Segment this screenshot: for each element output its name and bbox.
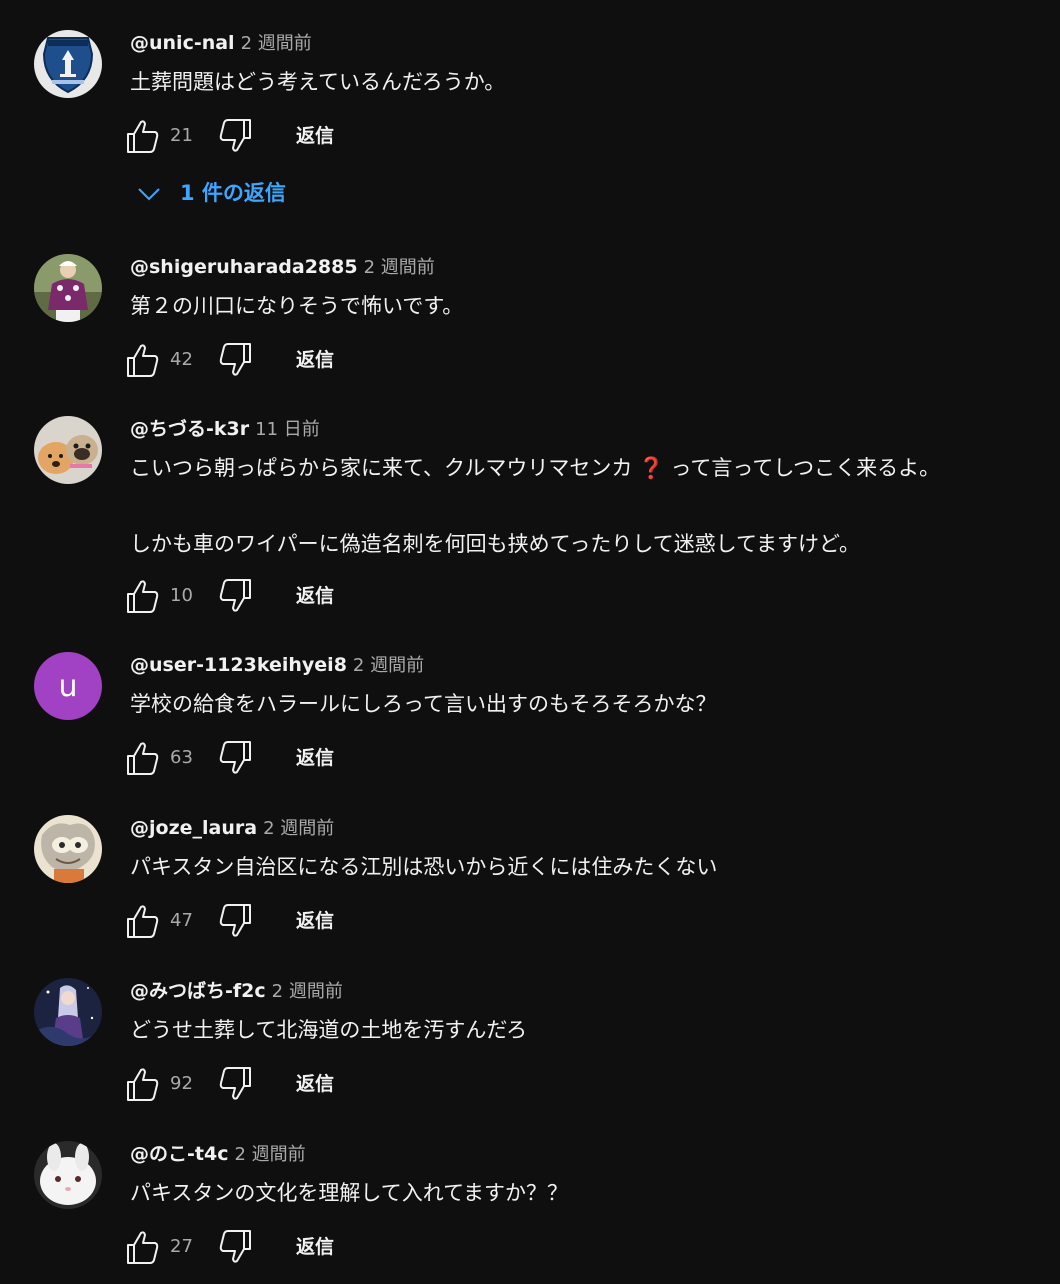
comment-header: @joze_laura 2 週間前 [130,815,334,841]
jockey-photo-icon [34,254,102,322]
comment-text-part: って言ってしつこく来るよ。 [670,456,941,480]
comment-text: どうせ土葬して北海道の土地を汚すんだろ [130,1018,528,1042]
like-count: 92 [170,1073,193,1094]
avatar[interactable] [34,815,102,883]
comment-text-part: こいつら朝っぱらから家に来て、クルマウリマセンカ [130,456,633,480]
thumbs-down-icon [219,579,251,612]
dogs-photo-icon [34,416,102,484]
reply-button[interactable]: 返信 [284,1233,346,1261]
dislike-button[interactable] [216,901,254,941]
thumbs-up-icon [127,1231,159,1264]
thumbs-up-icon [127,344,159,377]
avatar[interactable] [34,30,102,98]
comment-actions: 27 返信 [124,1227,424,1267]
author-handle[interactable]: @shigeruharada2885 [130,256,358,278]
author-handle[interactable]: @のこ-t4c [130,1143,228,1165]
thumbs-down-icon [219,119,251,152]
like-count: 21 [170,125,193,146]
like-count: 47 [170,910,193,931]
author-handle[interactable]: @ちづる-k3r [130,418,249,440]
author-handle[interactable]: @みつばち-f2c [130,980,266,1002]
thumbs-down-icon [219,741,251,774]
dislike-button[interactable] [216,576,254,616]
comment-header: @ちづる-k3r 11 日前 [130,416,320,442]
dislike-button[interactable] [216,340,254,380]
reply-button[interactable]: 返信 [284,122,346,150]
comment-text-line: しかも車のワイパーに偽造名刺を何回も挟めてったりして迷惑してますけど。 [130,532,860,556]
comment-actions: 63 返信 [124,738,424,778]
reply-button[interactable]: 返信 [284,582,346,610]
comment-text: 土葬問題はどう考えているんだろうか。 [130,70,506,94]
comment-timestamp[interactable]: 2 週間前 [234,1144,305,1165]
avatar[interactable] [34,978,102,1046]
comment-timestamp[interactable]: 2 週間前 [272,981,343,1002]
comment-timestamp[interactable]: 2 週間前 [364,257,435,278]
like-button[interactable] [124,901,162,941]
comment-text: パキスタンの文化を理解して入れてますか？？ [130,1181,569,1205]
comment-timestamp[interactable]: 11 日前 [255,419,320,440]
author-handle[interactable]: @joze_laura [130,817,257,839]
thumbs-down-icon [219,1230,251,1263]
show-replies-button[interactable]: 1 件の返信 [128,170,328,216]
reply-button[interactable]: 返信 [284,1070,346,1098]
author-handle[interactable]: @user-1123keihyei8 [130,654,347,676]
comment-header: @shigeruharada2885 2 週間前 [130,254,435,280]
dislike-button[interactable] [216,738,254,778]
red-question-mark-icon: ❓ [638,456,665,480]
avatar[interactable] [34,254,102,322]
thumbs-up-icon [127,742,159,775]
comment-text: 第２の川口になりそうで怖いです。 [130,294,464,318]
like-count: 42 [170,349,193,370]
avatar[interactable] [34,1141,102,1209]
comment-text: パキスタン自治区になる江別は恐いから近くには住みたくない [130,855,718,879]
avatar[interactable]: u [34,652,102,720]
dislike-button[interactable] [216,1064,254,1104]
like-count: 27 [170,1236,193,1257]
like-button[interactable] [124,1064,162,1104]
like-button[interactable] [124,738,162,778]
comment-text: 学校の給食をハラールにしろって言い出すのもそろそろかな？ [130,692,717,716]
thumbs-up-icon [127,120,159,153]
comment-actions: 47 返信 [124,901,424,941]
comment-header: @みつばち-f2c 2 週間前 [130,978,343,1004]
comment-actions: 10 返信 [124,576,424,616]
avatar-letter: u [58,669,77,704]
reply-button[interactable]: 返信 [284,907,346,935]
dislike-button[interactable] [216,1227,254,1267]
comment-header: @のこ-t4c 2 週間前 [130,1141,306,1167]
anime-character-icon [34,978,102,1046]
comment-text: こいつら朝っぱらから家に来て、クルマウリマセンカ ❓ って言ってしつこく来るよ。 [130,454,940,482]
replies-count-label: 1 件の返信 [180,181,286,205]
like-count: 63 [170,747,193,768]
avatar[interactable] [34,416,102,484]
thumbs-up-icon [127,580,159,613]
like-count: 10 [170,585,193,606]
thumbs-down-icon [219,343,251,376]
comment-actions: 92 返信 [124,1064,424,1104]
white-rabbit-icon [34,1141,102,1209]
reply-button[interactable]: 返信 [284,346,346,374]
thumbs-down-icon [219,1067,251,1100]
comment-header: @user-1123keihyei8 2 週間前 [130,652,424,678]
comment-header: @unic-nal 2 週間前 [130,30,312,56]
comment-timestamp[interactable]: 2 週間前 [241,33,312,54]
comment-timestamp[interactable]: 2 週間前 [263,818,334,839]
comment-actions: 21 返信 [124,116,424,156]
letter-avatar-icon: u [34,652,102,720]
like-button[interactable] [124,576,162,616]
comment-actions: 42 返信 [124,340,424,380]
thumbs-up-icon [127,1068,159,1101]
chevron-down-icon [138,188,160,201]
thumbs-down-icon [219,904,251,937]
comment-timestamp[interactable]: 2 週間前 [353,655,424,676]
reply-button[interactable]: 返信 [284,744,346,772]
author-handle[interactable]: @unic-nal [130,32,235,54]
dislike-button[interactable] [216,116,254,156]
badge-emblem-icon [34,30,102,98]
like-button[interactable] [124,340,162,380]
illustration-photo-icon [34,815,102,883]
thumbs-up-icon [127,905,159,938]
like-button[interactable] [124,1227,162,1267]
like-button[interactable] [124,116,162,156]
